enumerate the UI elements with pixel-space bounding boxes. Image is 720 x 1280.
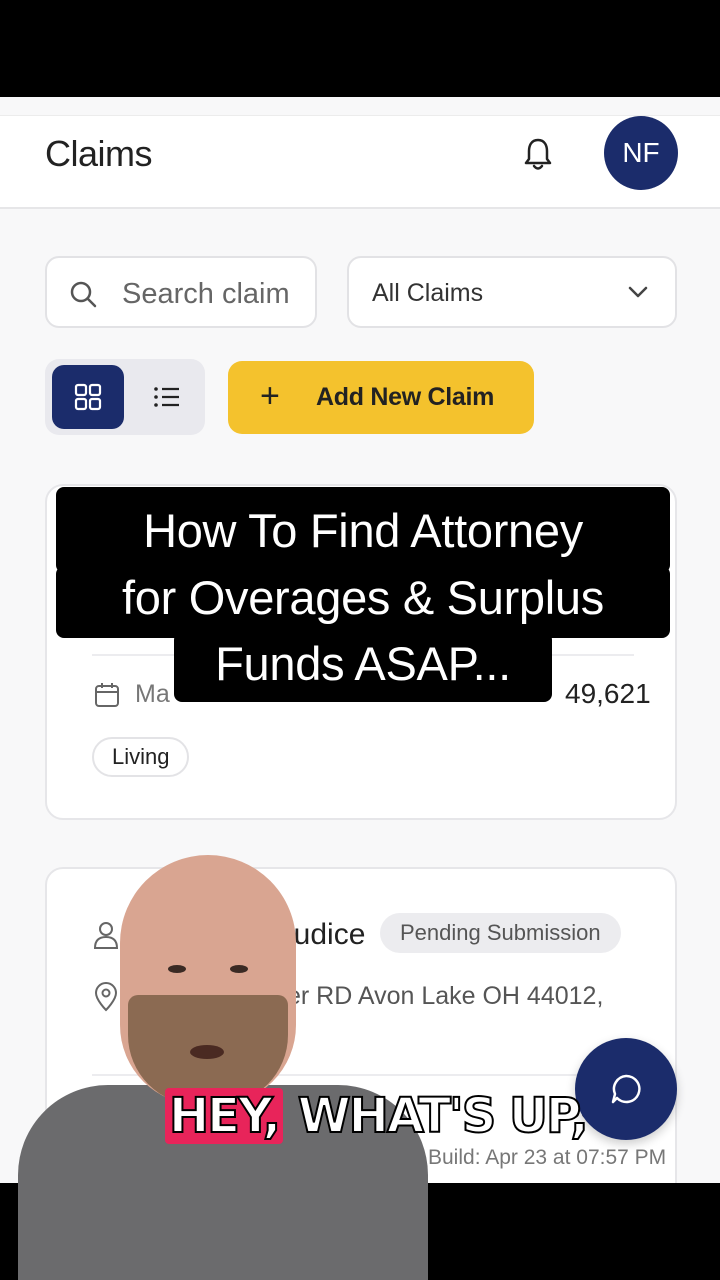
filter-selected-value: All Claims xyxy=(372,279,484,307)
claim-card[interactable]: Ma 49,621 Living xyxy=(45,484,677,820)
list-view-button[interactable] xyxy=(135,365,199,429)
grid-icon xyxy=(74,383,102,411)
claim-amount: 49,621 xyxy=(565,678,651,709)
chat-bubble-icon xyxy=(611,1074,641,1104)
search-input[interactable]: Search claim xyxy=(45,256,317,328)
presenter-eye xyxy=(230,965,248,973)
chevron-down-icon xyxy=(628,286,648,298)
view-toggle xyxy=(45,359,205,435)
search-placeholder: Search claim xyxy=(122,278,290,310)
search-icon xyxy=(70,281,97,308)
video-subtitle: HEY, WHAT'S UP, xyxy=(165,1087,590,1145)
page-title: Claims xyxy=(45,133,153,174)
grid-view-button[interactable] xyxy=(52,365,124,429)
calendar-icon xyxy=(95,683,119,707)
app-header: Claims NF xyxy=(0,115,720,209)
card-divider xyxy=(92,654,634,656)
chat-button[interactable] xyxy=(575,1038,677,1140)
add-new-claim-label: Add New Claim xyxy=(316,383,495,411)
bell-icon[interactable] xyxy=(522,136,554,172)
add-new-claim-button[interactable]: + Add New Claim xyxy=(228,361,534,434)
presenter-mouth xyxy=(190,1045,224,1059)
subtitle-highlight-word: HEY, xyxy=(165,1087,284,1145)
claims-filter-select[interactable]: All Claims xyxy=(347,256,677,328)
claim-date: Ma xyxy=(135,680,170,708)
list-icon xyxy=(154,387,179,407)
avatar[interactable]: NF xyxy=(604,116,678,190)
letterbox-top xyxy=(0,0,720,97)
plus-icon: + xyxy=(260,377,280,415)
claim-tag: Living xyxy=(92,737,190,777)
presenter-video xyxy=(18,855,428,1280)
subtitle-rest: WHAT'S UP, xyxy=(297,1087,590,1145)
build-info: Build: Apr 23 at 07:57 PM xyxy=(428,1146,667,1169)
presenter-eye xyxy=(168,965,186,973)
